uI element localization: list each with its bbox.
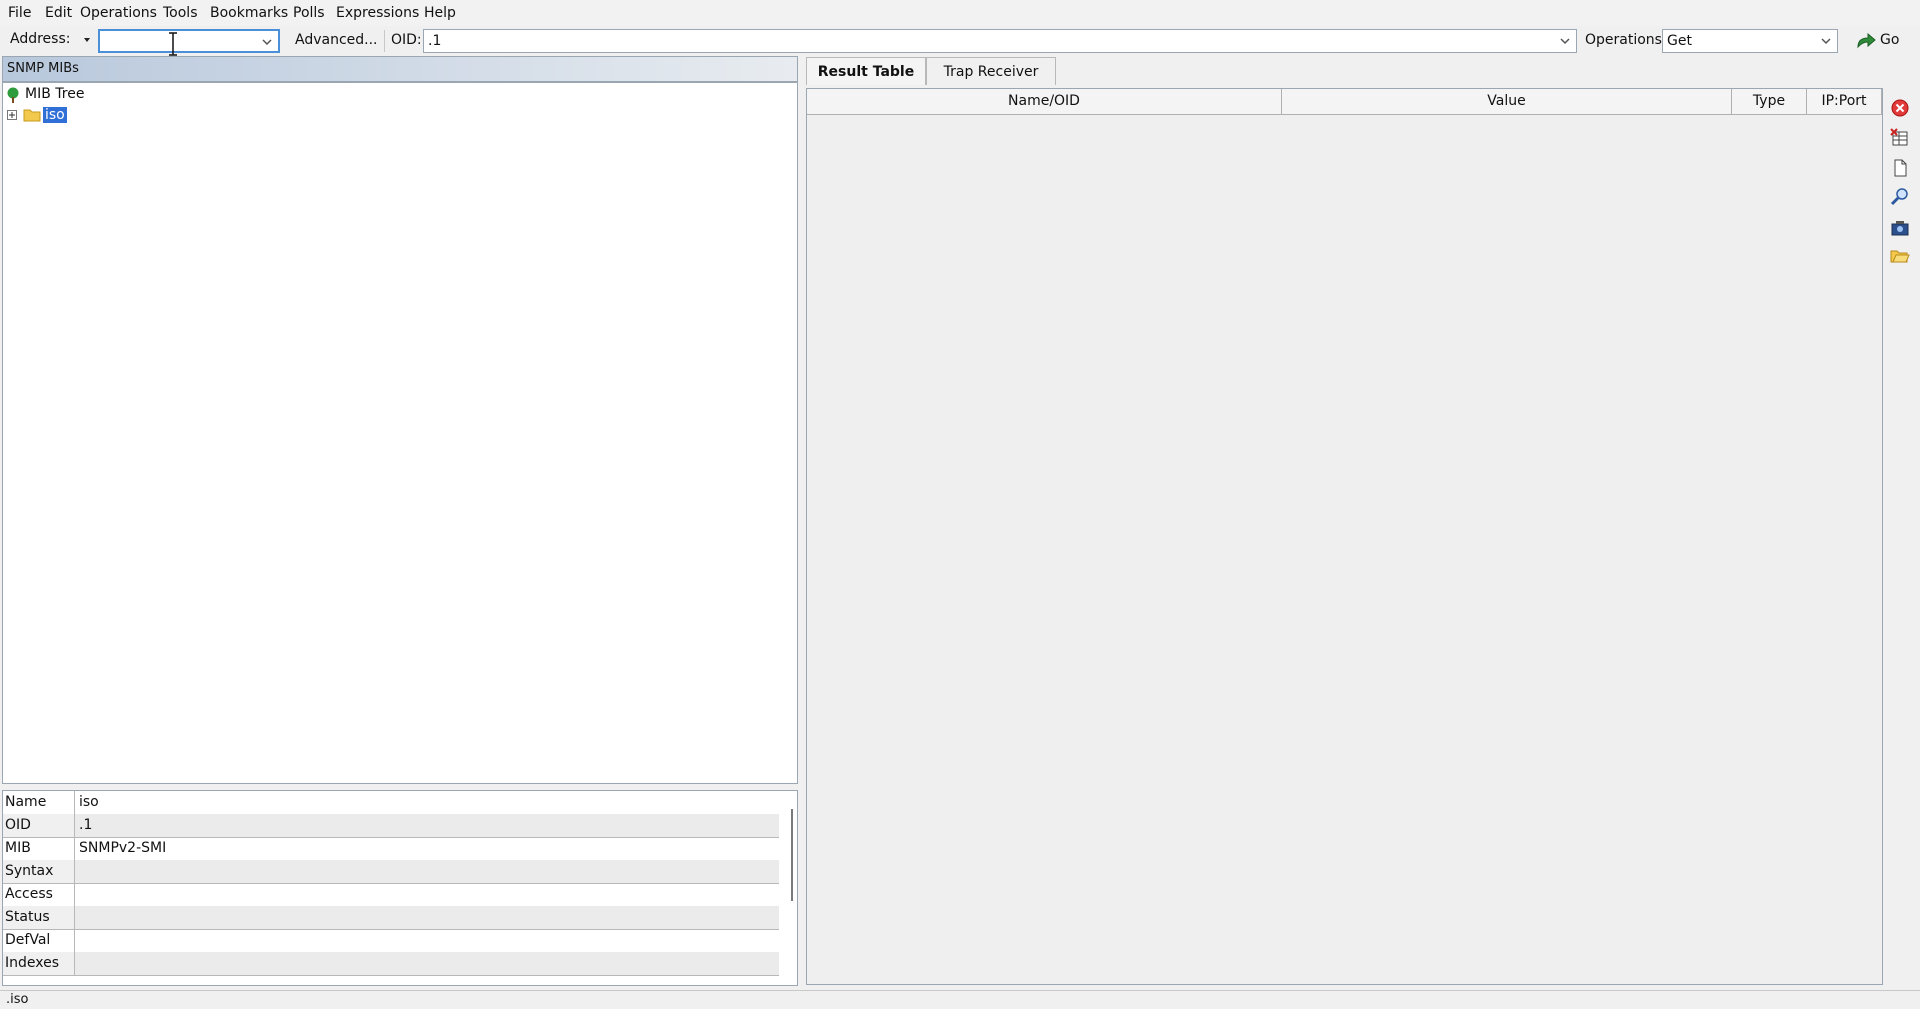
go-button[interactable]: Go [1854,29,1914,53]
scrollbar[interactable] [791,809,793,901]
property-key: Indexes [3,952,75,975]
menu-expressions[interactable]: Expressions [336,5,419,21]
menu-edit[interactable]: Edit [45,5,72,21]
property-row: Status [3,906,779,930]
search-icon[interactable] [1890,186,1910,206]
operations-value: Get [1667,33,1692,49]
property-row: Indexes [3,952,779,976]
expand-icon[interactable] [7,110,17,120]
menu-bar: File Edit Operations Tools Bookmarks Pol… [0,0,1920,26]
property-key: Status [3,906,75,929]
property-key: Name [3,791,75,814]
property-key: DefVal [3,929,75,952]
open-folder-icon[interactable] [1890,246,1910,266]
text-cursor-icon [169,32,177,56]
operations-label: Operations: [1585,32,1667,48]
result-table[interactable]: Name/OID Value Type IP:Port [806,88,1883,985]
menu-tools[interactable]: Tools [163,5,198,21]
go-label: Go [1880,32,1900,48]
chevron-down-icon[interactable] [1558,34,1572,48]
menu-operations[interactable]: Operations [80,5,157,21]
panel-title: SNMP MIBs [7,61,79,76]
operations-select[interactable]: Get [1662,29,1838,53]
export-icon[interactable] [1890,218,1910,238]
tree-icon [7,87,19,103]
column-value[interactable]: Value [1282,89,1732,114]
status-text: .iso [6,992,29,1007]
property-key: MIB [3,837,75,860]
document-icon[interactable] [1890,158,1910,178]
chevron-down-icon[interactable] [260,35,274,49]
oid-value[interactable]: .1 [428,33,441,49]
property-row: Access [3,883,779,907]
properties-table: Name iso OID .1 MIB SNMPv2-SMI Syntax Ac… [2,790,798,986]
menu-polls[interactable]: Polls [293,5,325,21]
tree-node-label[interactable]: iso [43,107,67,123]
toolbar-separator [384,30,385,52]
tree-root-label: MIB Tree [25,86,85,102]
toolbar: Address: Advanced... OID: .1 Operations:… [0,26,1920,56]
property-row: MIB SNMPv2-SMI [3,837,779,861]
address-combo[interactable] [98,29,280,53]
property-key: OID [3,814,75,837]
property-value: iso [79,794,99,810]
side-toolbar [1884,88,1916,288]
go-arrow-icon [1857,33,1876,49]
column-name-oid[interactable]: Name/OID [807,89,1282,114]
menu-file[interactable]: File [8,5,31,21]
menu-bookmarks[interactable]: Bookmarks [210,5,288,21]
property-value: .1 [79,817,93,833]
tab-result-table[interactable]: Result Table [806,57,926,85]
snmp-mibs-header: SNMP MIBs [2,56,798,82]
result-table-header: Name/OID Value Type IP:Port [807,89,1882,115]
status-bar: .iso [0,990,1920,1009]
property-row: OID .1 [3,814,779,838]
clear-table-icon[interactable] [1890,128,1910,148]
address-menu-arrow-icon[interactable] [84,38,92,44]
column-ip-port[interactable]: IP:Port [1807,89,1882,114]
property-value: SNMPv2-SMI [79,840,167,856]
address-label[interactable]: Address: [10,31,70,47]
close-icon[interactable] [1890,98,1910,118]
property-key: Syntax [3,860,75,883]
property-row: Name iso [3,791,779,815]
column-type[interactable]: Type [1732,89,1807,114]
menu-help[interactable]: Help [424,5,456,21]
oid-label: OID: [391,32,422,48]
property-key: Access [3,883,75,906]
folder-icon [23,109,41,122]
oid-combo[interactable]: .1 [423,29,1577,53]
mib-tree[interactable]: MIB Tree iso [2,82,798,784]
property-row: Syntax [3,860,779,884]
advanced-button[interactable]: Advanced... [295,32,378,48]
chevron-down-icon[interactable] [1819,34,1833,48]
tab-trap-receiver[interactable]: Trap Receiver [926,57,1056,85]
property-row: DefVal [3,929,779,953]
